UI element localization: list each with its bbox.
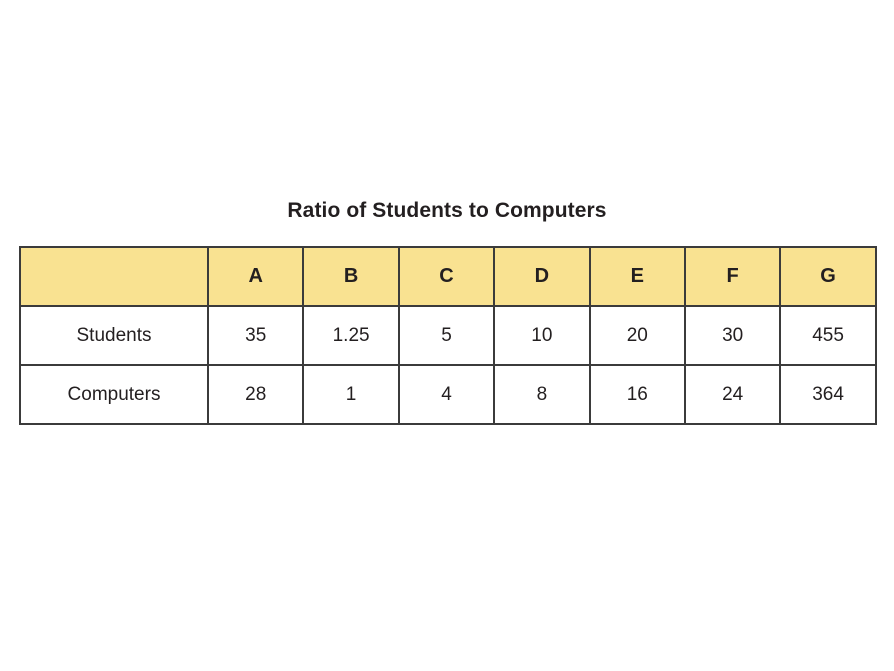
cell-computers-f: 24	[683, 364, 782, 425]
page-canvas: Ratio of Students to Computers A B C D E…	[0, 0, 894, 671]
column-header-g: G	[779, 246, 877, 307]
column-header-a: A	[206, 246, 305, 307]
table-row: Students 35 1.25 5 10 20 30 455	[19, 305, 877, 366]
column-header-d: D	[493, 246, 591, 307]
cell-students-f: 30	[683, 305, 782, 366]
column-header-e: E	[588, 246, 686, 307]
cell-computers-b: 1	[302, 364, 400, 425]
table-header-row: A B C D E F G	[19, 246, 877, 307]
column-header-b: B	[302, 246, 400, 307]
column-header-c: C	[397, 246, 496, 307]
page-title: Ratio of Students to Computers	[287, 199, 607, 222]
cell-students-e: 20	[588, 305, 686, 366]
ratio-table: A B C D E F G Students 35 1.25 5 10 20 3…	[19, 246, 877, 425]
cell-computers-g: 364	[779, 364, 877, 425]
column-header-f: F	[683, 246, 782, 307]
cell-computers-a: 28	[206, 364, 305, 425]
cell-computers-c: 4	[397, 364, 496, 425]
cell-students-d: 10	[493, 305, 591, 366]
cell-computers-e: 16	[588, 364, 686, 425]
ratio-table-container: A B C D E F G Students 35 1.25 5 10 20 3…	[19, 246, 877, 425]
cell-students-g: 455	[779, 305, 877, 366]
table-row: Computers 28 1 4 8 16 24 364	[19, 364, 877, 425]
row-label-students: Students	[19, 305, 209, 366]
table-corner-cell	[19, 246, 209, 307]
cell-students-c: 5	[397, 305, 496, 366]
row-label-computers: Computers	[19, 364, 209, 425]
cell-computers-d: 8	[493, 364, 591, 425]
cell-students-a: 35	[206, 305, 305, 366]
cell-students-b: 1.25	[302, 305, 400, 366]
